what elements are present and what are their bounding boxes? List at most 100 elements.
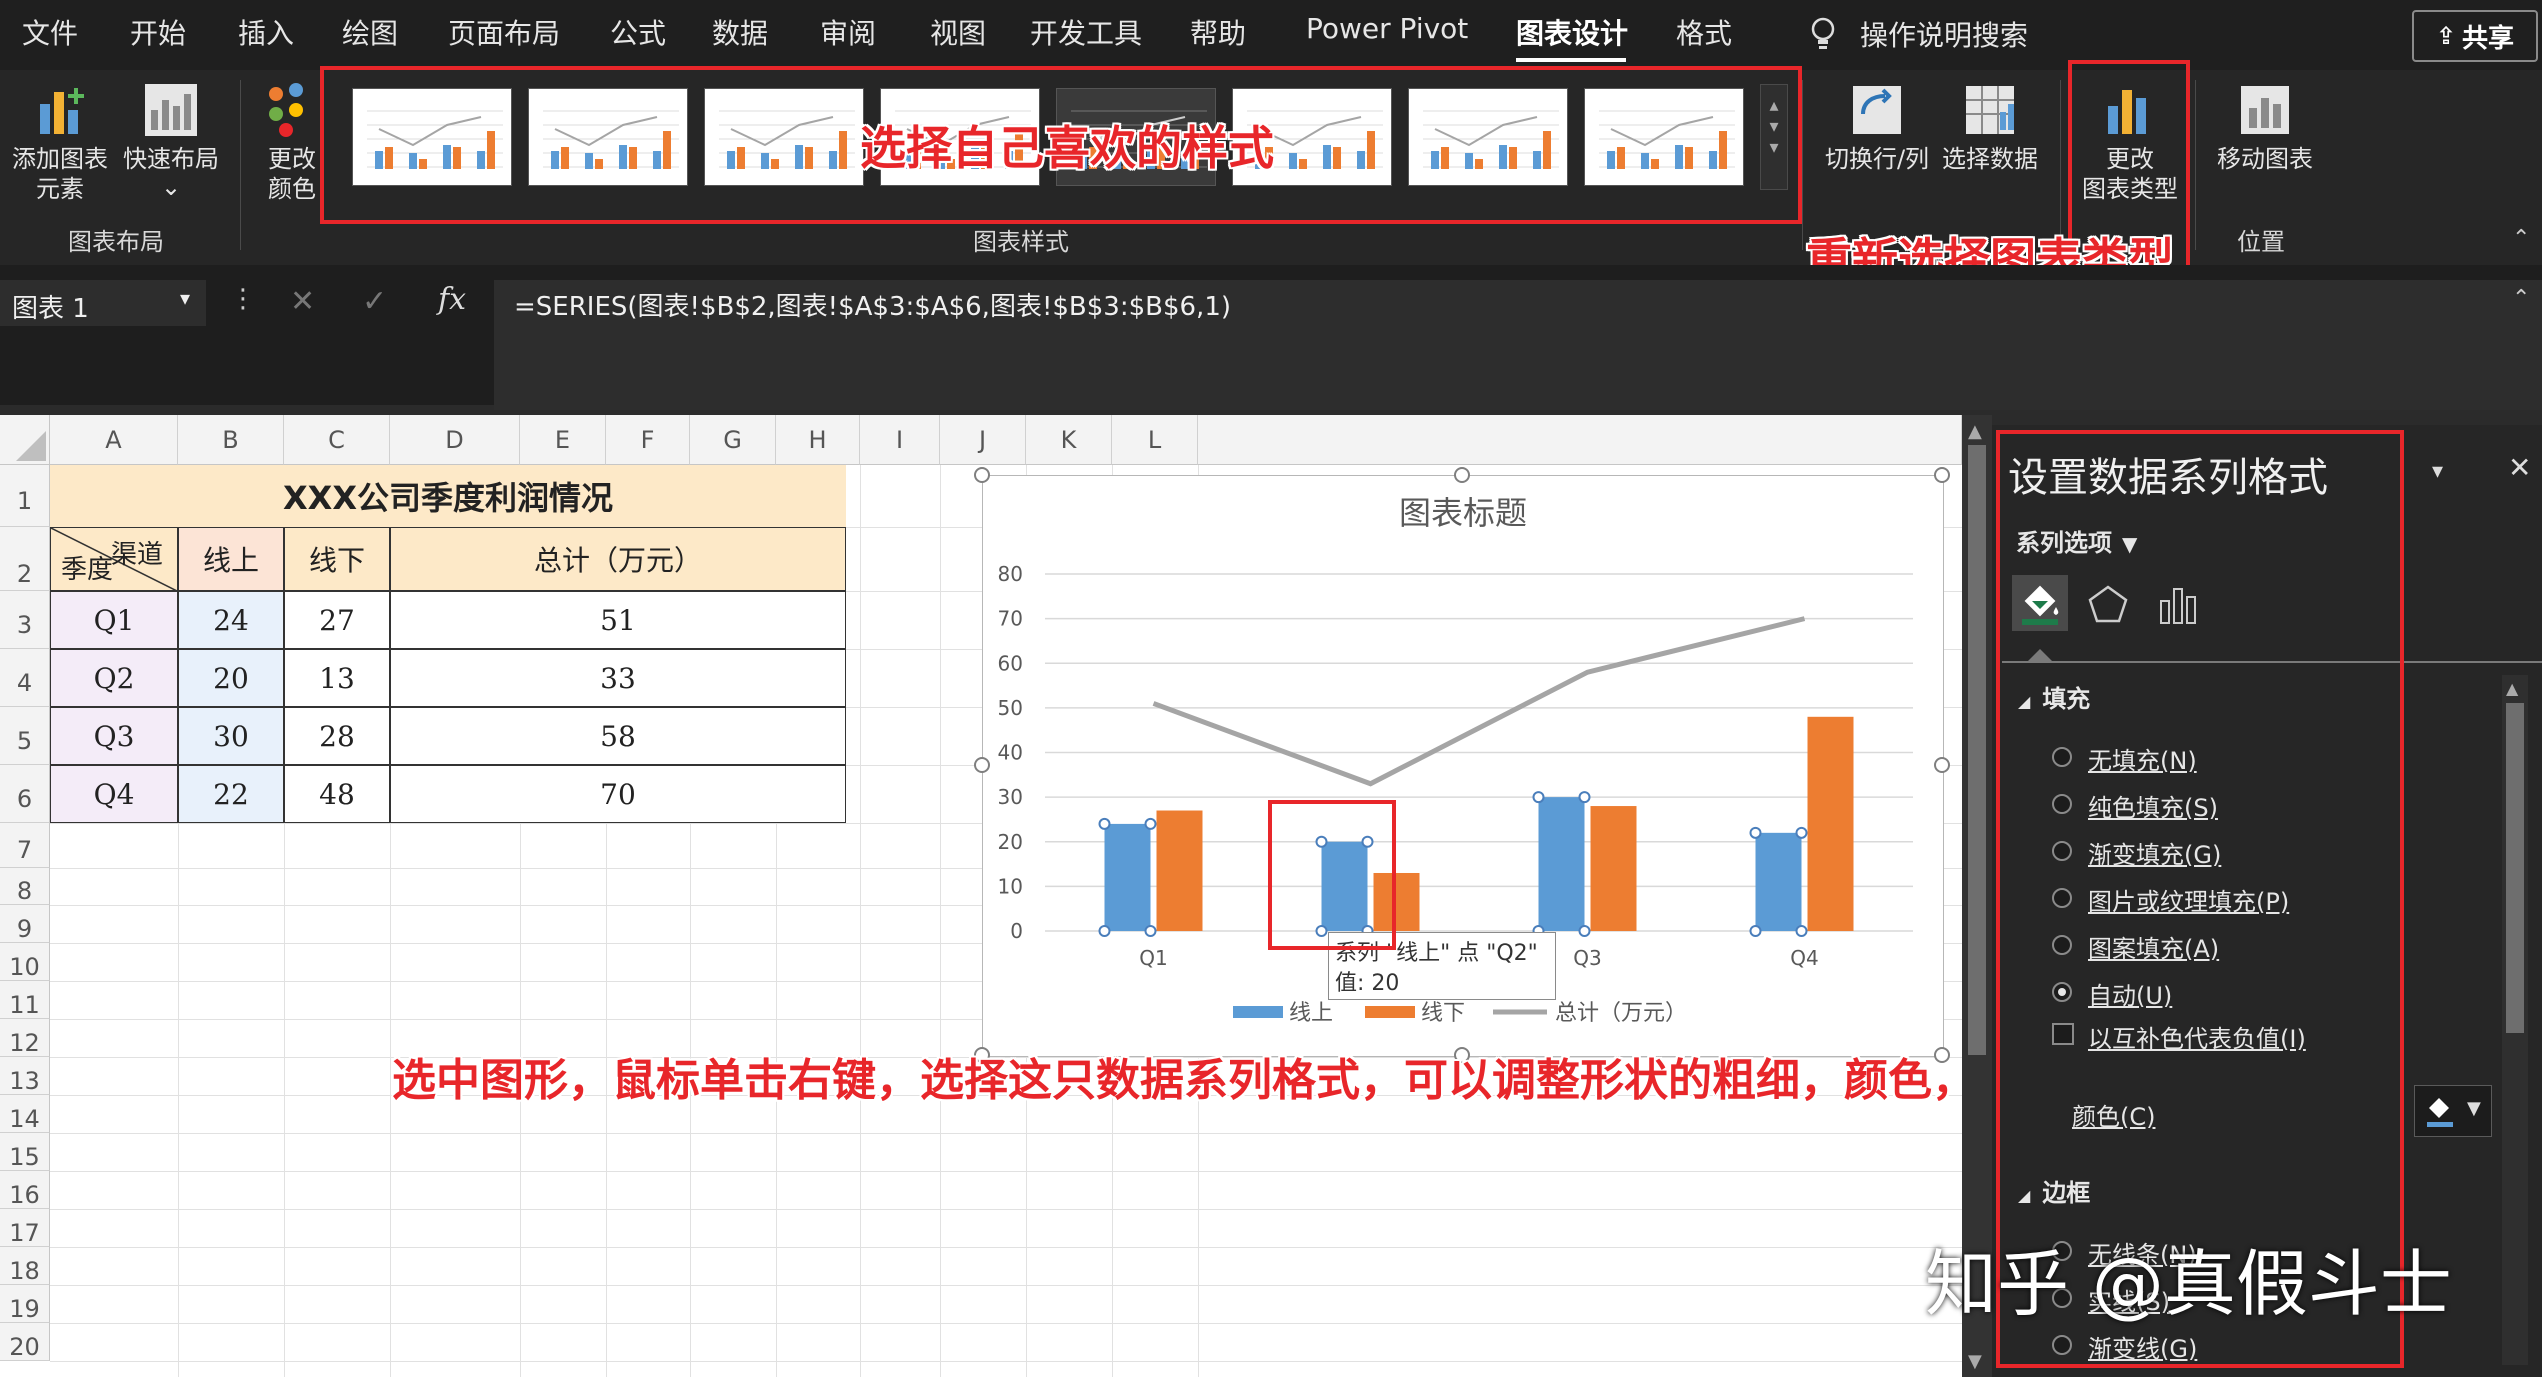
row-header[interactable]: 10	[0, 943, 50, 981]
menu-tab-0[interactable]: 文件	[22, 12, 78, 52]
table-cell[interactable]: Q2	[50, 649, 178, 707]
column-header[interactable]: K	[1026, 415, 1112, 465]
chart-resize-handle[interactable]	[974, 467, 990, 483]
switch-row-column-button[interactable]: 切换行/列	[1822, 76, 1932, 186]
table-cell[interactable]: Q3	[50, 707, 178, 765]
select-data-button[interactable]: 选择数据	[1935, 76, 2045, 186]
select-all-corner[interactable]	[0, 415, 50, 465]
share-button[interactable]: ⇪ 共享	[2412, 10, 2538, 62]
table-cell[interactable]: 58	[390, 707, 846, 765]
column-header[interactable]: C	[284, 415, 390, 465]
column-header[interactable]: L	[1112, 415, 1198, 465]
table-cell[interactable]: 28	[284, 707, 390, 765]
row-header[interactable]: 13	[0, 1057, 50, 1095]
menu-tab-5[interactable]: 公式	[610, 12, 666, 52]
formula-input[interactable]: =SERIES(图表!$B$2,图表!$A$3:$A$6,图表!$B$3:$B$…	[494, 280, 2542, 410]
menu-tab-13[interactable]: 格式	[1676, 12, 1732, 52]
insert-function-button[interactable]: fx	[438, 282, 466, 317]
row-header[interactable]: 19	[0, 1285, 50, 1323]
pane-options-icon[interactable]: ▾	[2432, 459, 2443, 484]
menu-tab-9[interactable]: 开发工具	[1030, 12, 1142, 52]
table-cell[interactable]: 20	[178, 649, 284, 707]
column-header[interactable]: A	[50, 415, 178, 465]
menu-tab-6[interactable]: 数据	[712, 12, 768, 52]
menu-tab-3[interactable]: 绘图	[342, 12, 398, 52]
table-cell[interactable]: 27	[284, 591, 390, 649]
menu-tab-10[interactable]: 帮助	[1190, 12, 1246, 52]
row-header[interactable]: 9	[0, 905, 50, 943]
column-header[interactable]: B	[178, 415, 284, 465]
table-cell[interactable]: 70	[390, 765, 846, 823]
scroll-up-icon[interactable]: ▲	[1968, 421, 1982, 442]
row-header[interactable]: 16	[0, 1171, 50, 1209]
table-cell[interactable]: 48	[284, 765, 390, 823]
grid-line	[50, 1133, 1962, 1134]
tell-me-search[interactable]: 操作说明搜索	[1860, 14, 2028, 54]
row-header[interactable]: 2	[0, 527, 50, 591]
close-icon[interactable]: ✕	[2508, 451, 2531, 484]
pane-scrollbar[interactable]: ▲	[2502, 675, 2528, 1365]
row-header[interactable]: 8	[0, 868, 50, 905]
legend-entry: 总计（万元）	[1555, 1001, 1687, 1026]
table-cell[interactable]: Q1	[50, 591, 178, 649]
menu-tab-4[interactable]: 页面布局	[448, 12, 560, 52]
quick-layout-button[interactable]: 快速布局 ⌄	[116, 76, 226, 206]
table-cell[interactable]: 24	[178, 591, 284, 649]
table-cell[interactable]: Q4	[50, 765, 178, 823]
chart-resize-handle[interactable]	[1454, 467, 1470, 483]
table-cell[interactable]: 51	[390, 591, 846, 649]
selected-bar-highlight-box	[1268, 800, 1396, 950]
row-header[interactable]: 4	[0, 649, 50, 707]
column-header[interactable]: G	[690, 415, 776, 465]
table-cell[interactable]: 33	[390, 649, 846, 707]
chevron-down-icon: ▾	[180, 286, 191, 310]
column-header[interactable]: I	[860, 415, 940, 465]
more-options-icon[interactable]: ⋮	[230, 284, 256, 314]
row-header[interactable]: 12	[0, 1019, 50, 1057]
row-header[interactable]: 17	[0, 1209, 50, 1247]
add-chart-element-label: 添加图表 元素	[12, 145, 108, 203]
grid-line	[940, 465, 941, 1377]
column-header[interactable]: F	[606, 415, 690, 465]
menu-tab-7[interactable]: 审阅	[820, 12, 876, 52]
add-chart-element-button[interactable]: 添加图表 元素	[10, 76, 110, 206]
scroll-down-icon[interactable]: ▼	[1968, 1351, 1982, 1372]
bar-selection-handle	[1749, 925, 1762, 937]
column-header[interactable]: E	[520, 415, 606, 465]
name-box[interactable]: 图表 1 ▾	[0, 280, 206, 326]
row-header[interactable]: 20	[0, 1323, 50, 1361]
column-header[interactable]: H	[776, 415, 860, 465]
chart-resize-handle[interactable]	[974, 757, 990, 773]
scroll-thumb[interactable]	[2506, 703, 2524, 1033]
row-header[interactable]: 1	[0, 465, 50, 527]
column-header[interactable]: D	[390, 415, 520, 465]
scroll-thumb[interactable]	[1968, 445, 1986, 1055]
menu-tab-12[interactable]: 图表设计	[1516, 12, 1628, 52]
scroll-up-icon[interactable]: ▲	[2506, 679, 2518, 698]
row-header[interactable]: 15	[0, 1133, 50, 1171]
collapse-ribbon-icon[interactable]: ⌃	[2512, 226, 2530, 251]
table-cell[interactable]: 30	[178, 707, 284, 765]
column-header[interactable]: J	[940, 415, 1026, 465]
row-header[interactable]: 7	[0, 823, 50, 868]
menu-tab-2[interactable]: 插入	[238, 12, 294, 52]
chart-resize-handle[interactable]	[1934, 467, 1950, 483]
row-header[interactable]: 14	[0, 1095, 50, 1133]
menu-tab-11[interactable]: Power Pivot	[1306, 12, 1468, 45]
color-picker-button[interactable]: ▼	[2414, 1085, 2492, 1137]
row-header[interactable]: 11	[0, 981, 50, 1019]
cancel-icon[interactable]: ✕	[290, 284, 315, 319]
menu-tab-1[interactable]: 开始	[130, 12, 186, 52]
move-chart-button[interactable]: 移动图表	[2205, 76, 2325, 186]
collapse-formula-icon[interactable]: ⌃	[2512, 286, 2530, 311]
chart-resize-handle[interactable]	[1934, 757, 1950, 773]
row-header[interactable]: 18	[0, 1247, 50, 1285]
group-divider	[1802, 80, 1803, 250]
row-header[interactable]: 3	[0, 591, 50, 649]
row-header[interactable]: 5	[0, 707, 50, 765]
enter-icon[interactable]: ✓	[362, 284, 387, 319]
table-cell[interactable]: 13	[284, 649, 390, 707]
row-header[interactable]: 6	[0, 765, 50, 823]
table-cell[interactable]: 22	[178, 765, 284, 823]
menu-tab-8[interactable]: 视图	[930, 12, 986, 52]
